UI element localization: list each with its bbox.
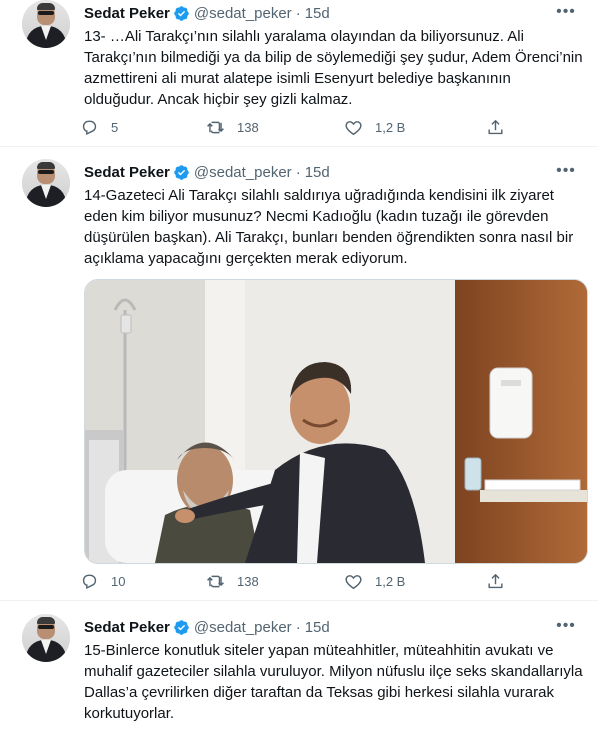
verified-badge-icon: [173, 164, 190, 181]
avatar[interactable]: [22, 159, 70, 207]
retweet-button[interactable]: 138: [206, 116, 259, 138]
verified-badge-icon: [173, 5, 190, 22]
author-name[interactable]: Sedat Peker: [84, 164, 170, 181]
more-icon[interactable]: •••: [556, 617, 576, 635]
retweet-count: 138: [237, 119, 259, 135]
retweet-icon: [206, 118, 225, 137]
tweet-header: Sedat Peker @sedat_peker · 15d: [84, 617, 330, 637]
separator-dot: ·: [295, 4, 301, 22]
share-button[interactable]: [486, 570, 505, 592]
like-icon: [344, 118, 363, 137]
separator-dot: ·: [295, 163, 301, 181]
author-handle[interactable]: @sedat_peker: [194, 164, 292, 181]
more-icon[interactable]: •••: [556, 3, 576, 21]
tweet-text: 14-Gazeteci Ali Tarakçı silahlı saldırıy…: [84, 187, 574, 267]
reply-count: 10: [111, 573, 126, 589]
author-name[interactable]: Sedat Peker: [84, 619, 170, 636]
verified-badge-icon: [173, 619, 190, 636]
avatar[interactable]: [22, 0, 70, 48]
like-count: 1,2 B: [375, 119, 406, 135]
tweet-time[interactable]: 15d: [305, 5, 330, 22]
tweet-photo[interactable]: [84, 279, 588, 564]
reply-button[interactable]: 10: [80, 570, 125, 592]
tweet-15[interactable]: Sedat Peker @sedat_peker · 15d ••• 15-Bi…: [0, 614, 598, 733]
separator-dot: ·: [295, 618, 301, 636]
tweet-time[interactable]: 15d: [305, 164, 330, 181]
like-icon: [344, 572, 363, 591]
like-count: 1,2 B: [375, 573, 406, 589]
tweet-13[interactable]: Sedat Peker @sedat_peker · 15d ••• 13- ……: [0, 0, 598, 144]
tweet-divider: [0, 146, 598, 147]
reply-button[interactable]: 5: [80, 116, 118, 138]
retweet-count: 138: [237, 573, 259, 589]
like-button[interactable]: 1,2 B: [344, 116, 405, 138]
author-name[interactable]: Sedat Peker: [84, 5, 170, 22]
tweet-14[interactable]: Sedat Peker @sedat_peker · 15d ••• 14-Ga…: [0, 159, 598, 599]
reply-count: 5: [111, 119, 119, 135]
tweet-actions: 5 138 1,2 B: [80, 116, 510, 138]
retweet-button[interactable]: 138: [206, 570, 259, 592]
like-button[interactable]: 1,2 B: [344, 570, 405, 592]
author-handle[interactable]: @sedat_peker: [194, 5, 292, 22]
author-handle[interactable]: @sedat_peker: [194, 619, 292, 636]
retweet-icon: [206, 572, 225, 591]
tweet-time[interactable]: 15d: [305, 619, 330, 636]
tweet-header: Sedat Peker @sedat_peker · 15d: [84, 162, 330, 182]
share-icon: [486, 118, 505, 137]
share-icon: [486, 572, 505, 591]
tweet-divider: [0, 600, 598, 601]
tweet-actions: 10 138 1,2 B: [80, 570, 510, 592]
hospital-visit-photo: [85, 280, 587, 563]
reply-icon: [80, 572, 99, 591]
tweet-text: 15-Binlerce konutluk siteler yapan mütea…: [84, 642, 583, 722]
reply-icon: [80, 118, 99, 137]
tweet-header: Sedat Peker @sedat_peker · 15d: [84, 3, 330, 23]
share-button[interactable]: [486, 116, 505, 138]
more-icon[interactable]: •••: [556, 162, 576, 180]
avatar[interactable]: [22, 614, 70, 662]
tweet-text: 13- …Ali Tarakçı’nın silahlı yaralama ol…: [84, 28, 583, 108]
